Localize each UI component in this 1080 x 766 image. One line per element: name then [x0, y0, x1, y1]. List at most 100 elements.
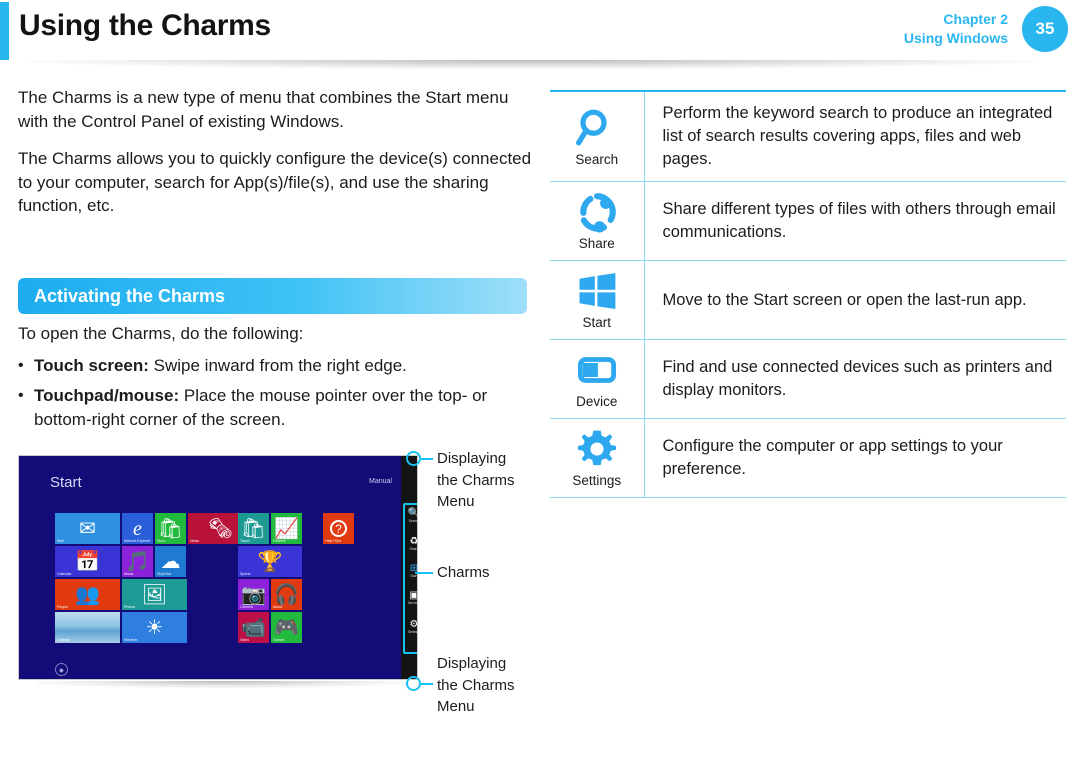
camera-icon: 📷	[241, 583, 266, 606]
screenshot-shadow	[36, 681, 410, 688]
charm-icon-cell: Settings	[550, 418, 645, 498]
charms-bar-item-start[interactable]: ⊞ Start	[404, 563, 418, 578]
table-row: Settings Configure the computer or app se…	[550, 418, 1066, 498]
cloud-icon: ☁	[160, 550, 181, 573]
callout-leader-middle	[415, 572, 433, 574]
page-header: Using the Charms Chapter 2 Using Windows…	[0, 0, 1080, 69]
start-screen-heading: Start	[50, 474, 82, 491]
trophy-icon: 🏆	[257, 550, 283, 573]
start-tile-label: SkyDrive	[157, 572, 172, 576]
start-screen-screenshot: Start Manual ● ✉ Mail e Internet Explorer 🛍 S…	[18, 455, 418, 680]
start-tile-label: Calendar	[57, 572, 72, 576]
internet-explorer-icon: e	[133, 517, 142, 540]
left-column: The Charms is a new type of menu that co…	[18, 86, 534, 232]
bullet-rest: Swipe inward from the right edge.	[148, 356, 407, 375]
start-tile[interactable]: 🏆 Sports	[238, 546, 302, 577]
table-row: Device Find and use connected devices suc…	[550, 339, 1066, 419]
callout-marker-top	[406, 451, 421, 466]
charms-description-table: Search Perform the keyword search to prod…	[550, 90, 1066, 498]
page-title: Using the Charms	[19, 9, 271, 42]
charms-bar-item-devices[interactable]: ▣Devices	[404, 590, 417, 605]
start-tile[interactable]: 📅 Calendar	[55, 546, 120, 577]
store-bag-icon: 🛍	[157, 517, 184, 540]
header-shadow	[28, 60, 1038, 69]
start-tile-label: Photos	[124, 605, 136, 609]
start-tile[interactable]: ☀ Weather	[122, 612, 187, 643]
gamepad-icon: 🎮	[274, 616, 299, 639]
start-tile[interactable]: 📷 Camera	[238, 579, 269, 610]
start-tile-label: Camera	[240, 605, 253, 609]
section-header-title: Activating the Charms	[34, 285, 226, 306]
start-tile-label: Help+Tips	[325, 539, 342, 543]
chapter-name: Using Windows	[903, 30, 1008, 46]
start-tile[interactable]: ☁ SkyDrive	[155, 546, 186, 577]
charms-description-table-wrap: Search Perform the keyword search to prod…	[550, 90, 1066, 498]
start-tile[interactable]: 🎮 Games	[271, 612, 302, 643]
start-tile-label: News	[190, 539, 199, 543]
start-tile[interactable]: ✉ Mail	[55, 513, 120, 544]
charm-description-cell: Configure the computer or app settings t…	[662, 437, 1003, 478]
start-tile-label: Internet Explorer	[124, 539, 151, 543]
start-tile[interactable]: 🎵 Music	[122, 546, 153, 577]
start-tile[interactable]: e Internet Explorer	[122, 513, 153, 544]
start-tile[interactable]: 🖼 Photos	[122, 579, 187, 610]
sun-icon: ☀	[145, 616, 164, 639]
start-tile[interactable]: 🛍 Travel	[238, 513, 269, 544]
callout-leader-top	[421, 457, 433, 460]
start-tile-label: Travel	[240, 539, 250, 543]
chart-icon: 📈	[274, 517, 299, 540]
intro-paragraph-2: The Charms allows you to quickly configu…	[18, 149, 532, 215]
start-tile[interactable]: 🎧 Music	[271, 579, 302, 610]
start-tile-label: Desktop	[57, 638, 71, 642]
bullet-text: Touch screen: Swipe inward from the righ…	[34, 354, 533, 378]
charms-bar-item-label: Share	[409, 547, 418, 551]
bullet-label: Touchpad/mouse:	[34, 386, 180, 405]
photo-icon: 🖼	[141, 583, 168, 606]
table-row: Start Move to the Start screen or open th…	[550, 260, 1066, 340]
callout-label-middle: Charms	[437, 564, 490, 581]
start-screen-background: Start Manual ● ✉ Mail e Internet Explorer 🛍 S…	[19, 456, 401, 679]
video-icon: 📹	[241, 616, 266, 639]
start-tile[interactable]: 📹 Video	[238, 612, 269, 643]
search-icon	[576, 107, 618, 149]
instructions-intro: To open the Charms, do the following:	[18, 324, 304, 343]
charms-bar-item-label: Devices	[407, 601, 417, 605]
charms-bar-item-search[interactable]: 🔍Search	[404, 508, 418, 523]
charm-description-cell: Move to the Start screen or open the las…	[662, 290, 1027, 309]
share-icon	[576, 191, 618, 233]
charm-description-cell: Share different types of files with othe…	[662, 200, 1056, 241]
list-item: • Touchpad/mouse: Place the mouse pointe…	[18, 384, 533, 431]
question-mark-icon: ?	[330, 520, 347, 537]
calendar-icon: 📅	[75, 550, 100, 573]
table-row: Share Share different types of files with…	[550, 181, 1066, 261]
callout-label-top: Displaying the Charms Menu	[437, 450, 515, 510]
headphones-icon: 🎧	[274, 583, 299, 606]
charm-icon-cell: Search	[550, 91, 645, 182]
start-tile[interactable]: 🛍 Store	[155, 513, 186, 544]
start-tile[interactable]: ? Help+Tips	[323, 513, 354, 544]
start-tile[interactable]: Desktop	[55, 612, 120, 643]
charms-bar-item-settings[interactable]: ⚙Settings	[404, 619, 417, 634]
chapter-number: Chapter 2	[943, 11, 1008, 27]
mail-icon: ✉	[79, 517, 96, 540]
document-page: Using the Charms Chapter 2 Using Windows…	[0, 0, 1080, 766]
start-tile[interactable]: 👥 People	[55, 579, 120, 610]
charm-icon-cell: Device	[550, 339, 645, 419]
charm-name-label: Search	[575, 151, 619, 167]
device-icon	[576, 349, 618, 391]
start-tile-label: Games	[273, 638, 285, 642]
charms-bar-item-share[interactable]: ♻ Share	[404, 536, 418, 551]
table-row: Search Perform the keyword search to prod…	[550, 91, 1066, 182]
start-tile-label: Music	[124, 572, 134, 576]
charm-name-label: Share	[578, 236, 615, 251]
charms-bar-item-label: Search	[408, 519, 418, 523]
start-tile-label: Sports	[240, 572, 251, 576]
charm-description-cell: Find and use connected devices such as p…	[662, 358, 1053, 399]
search-icon: 🔍	[404, 508, 417, 519]
windows-start-icon	[576, 270, 618, 312]
callout-label-bottom: Displaying the Charms Menu	[437, 655, 515, 715]
start-tile[interactable]: 📈 Finance	[271, 513, 302, 544]
zoom-out-icon[interactable]: ●	[55, 663, 68, 676]
charms-bar-item-label: Start	[410, 574, 418, 578]
bullet-dot-icon: •	[18, 357, 24, 374]
